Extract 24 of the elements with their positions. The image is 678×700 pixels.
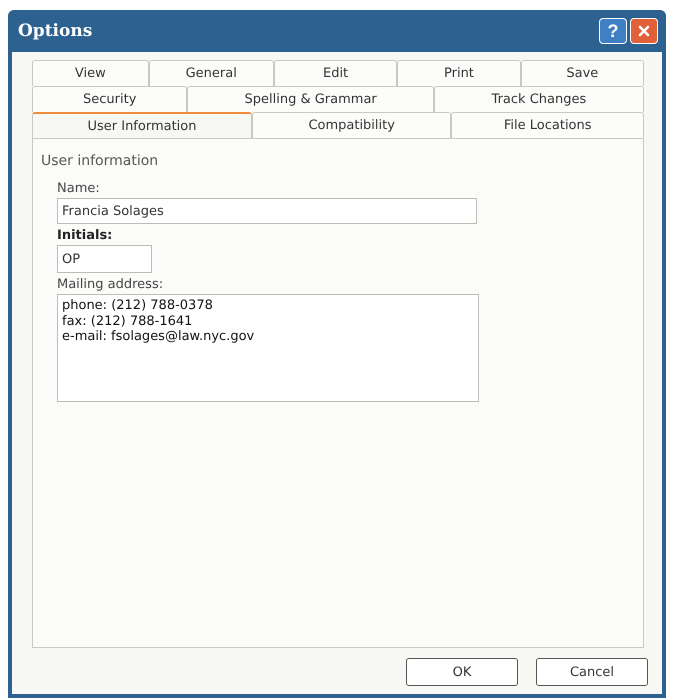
initials-field[interactable]: OP: [57, 245, 152, 273]
tab[interactable]: Edit: [274, 60, 398, 86]
tab[interactable]: Save: [520, 60, 644, 86]
field-label: Mailing address:: [57, 277, 164, 292]
tab[interactable]: Spelling & Grammar: [187, 86, 434, 112]
tab[interactable]: Print: [397, 60, 521, 86]
tab[interactable]: View: [32, 60, 149, 86]
field-label: Initials:: [57, 228, 112, 243]
mailing-address-field[interactable]: phone: (212) 788-0378 fax: (212) 788-1641 e-mail: fsolages@law.nyc.gov: [57, 294, 479, 402]
group-title: User information: [41, 153, 160, 169]
tab[interactable]: Compatibility: [252, 112, 452, 138]
window-title: Options: [18, 21, 92, 41]
name-field[interactable]: Francia Solages: [57, 198, 477, 224]
tab[interactable]: User Information: [32, 112, 252, 138]
ok-button[interactable]: OK: [406, 658, 518, 686]
close-button[interactable]: [630, 18, 658, 44]
tab[interactable]: General: [148, 60, 274, 86]
close-icon: [637, 24, 651, 38]
tab[interactable]: File Locations: [451, 112, 644, 138]
tab[interactable]: Security: [32, 86, 188, 112]
cancel-button[interactable]: Cancel: [536, 658, 648, 686]
tab[interactable]: Track Changes: [434, 86, 644, 112]
help-button[interactable]: ?: [599, 18, 627, 44]
field-label: Name:: [57, 181, 100, 196]
